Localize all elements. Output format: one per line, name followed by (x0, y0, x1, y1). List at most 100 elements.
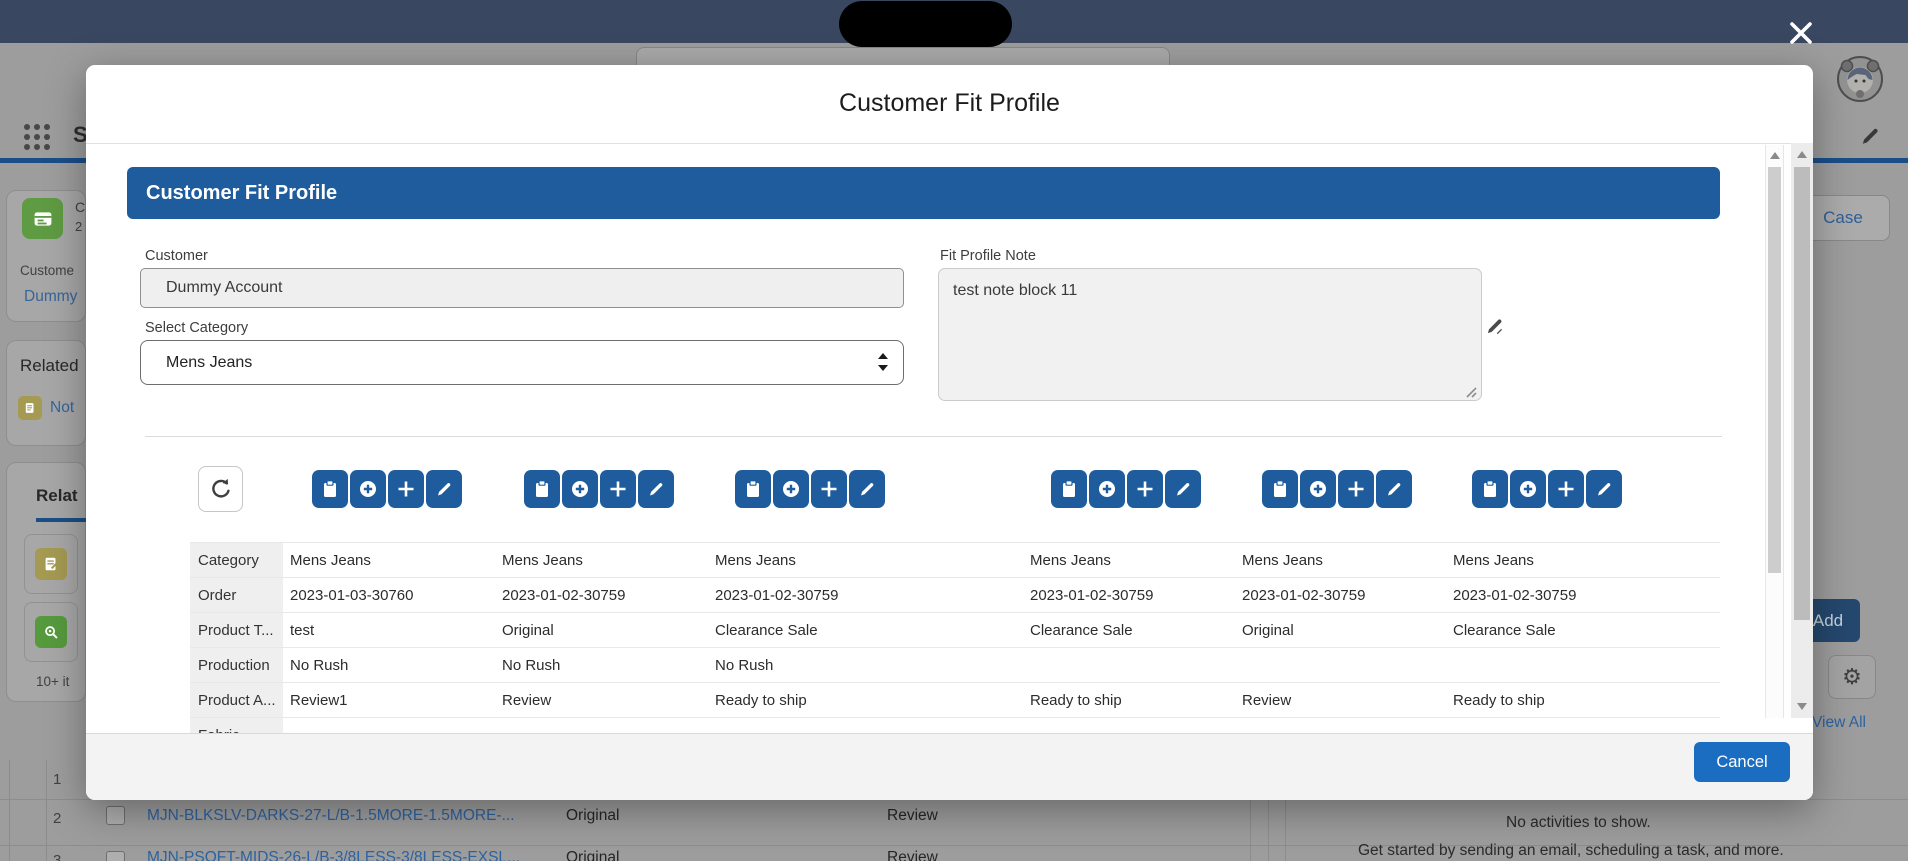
notes-link[interactable]: Not (50, 399, 74, 417)
circle-plus-icon-button[interactable] (1089, 470, 1125, 508)
inner-scrollbar[interactable] (1765, 145, 1784, 718)
profile-cell: No Rush (502, 648, 560, 683)
table-row: Category Mens Jeans Mens Jeans Mens Jean… (190, 542, 1720, 578)
table-row: Product A... Review1 Review Ready to shi… (190, 682, 1720, 718)
clipboard-icon-button[interactable] (1051, 470, 1087, 508)
record-type-cell: Original (566, 849, 619, 861)
app-launcher-icon[interactable] (23, 123, 53, 158)
plus-icon-button[interactable] (811, 470, 847, 508)
divider (145, 436, 1722, 437)
row-checkbox[interactable] (106, 851, 125, 861)
profile-cell: Mens Jeans (715, 543, 796, 578)
edit-pencil-icon[interactable] (1858, 124, 1882, 153)
row-header: Fabric (190, 718, 283, 733)
record-type-cell: Original (566, 807, 619, 825)
profile-cell: 2023-01-02-30759 (1030, 578, 1153, 613)
refresh-button[interactable] (198, 466, 243, 512)
profile-cell: Review (1242, 683, 1291, 718)
row-header: Production (190, 648, 283, 683)
close-icon[interactable] (1786, 18, 1816, 48)
gear-icon-button[interactable]: ⚙ (1828, 655, 1876, 699)
plus-icon-button[interactable] (388, 470, 424, 508)
profile-cell: Clearance Sale (1453, 613, 1556, 648)
select-spinner-icon[interactable] (878, 353, 888, 371)
row-header: Product T... (190, 613, 283, 648)
clipboard-icon-button[interactable] (524, 470, 560, 508)
profile-cell: Ready to ship (1030, 683, 1122, 718)
notes-list-icon (35, 548, 67, 580)
profile-cell: test (290, 613, 314, 648)
profile-cell: 2023-01-03-30760 (290, 578, 413, 613)
row-checkbox[interactable] (106, 806, 125, 825)
plus-icon-button[interactable] (1548, 470, 1584, 508)
table-row: Product T... test Original Clearance Sal… (190, 612, 1720, 648)
profile-cell: Mens Jeans (502, 543, 583, 578)
scroll-up-icon[interactable] (1797, 151, 1807, 158)
record-status-cell: Review (887, 849, 938, 861)
pencil-icon-button[interactable] (638, 470, 674, 508)
clipboard-icon-button[interactable] (312, 470, 348, 508)
category-select[interactable]: Mens Jeans (140, 340, 904, 385)
record-link[interactable]: MJN-BLKSLV-DARKS-27-L/B-1.5MORE-1.5MORE-… (147, 807, 515, 825)
row-number: 1 (53, 771, 61, 788)
activities-hint-text: Get started by sending an email, schedul… (1358, 842, 1784, 860)
pencil-icon-button[interactable] (426, 470, 462, 508)
table-row: Order 2023-01-03-30760 2023-01-02-30759 … (190, 577, 1720, 613)
note-edit-pencil-icon[interactable] (1484, 315, 1506, 342)
customer-input[interactable] (140, 268, 904, 308)
pencil-icon-button[interactable] (1586, 470, 1622, 508)
circle-plus-icon-button[interactable] (1300, 470, 1336, 508)
modal-footer (86, 733, 1813, 800)
related-heading: Related (20, 356, 79, 376)
profile-cell: 2023-01-02-30759 (715, 578, 838, 613)
profile-cell: 2023-01-02-30759 (502, 578, 625, 613)
record-link[interactable]: MJN-PSOFT-MIDS-26-L/B-3/8LESS-3/8LESS-EX… (147, 849, 520, 861)
clipboard-icon-button[interactable] (1262, 470, 1298, 508)
fit-profile-table: Category Mens Jeans Mens Jeans Mens Jean… (190, 542, 1721, 733)
pencil-icon-button[interactable] (1376, 470, 1412, 508)
circle-plus-icon-button[interactable] (773, 470, 809, 508)
pencil-icon-button[interactable] (1165, 470, 1201, 508)
note-label: Fit Profile Note (940, 248, 1036, 264)
profile-cell: Mens Jeans (1453, 543, 1534, 578)
row-header: Product A... (190, 683, 283, 718)
record-status-cell: Review (887, 807, 938, 825)
section-header-bar: Customer Fit Profile (127, 167, 1720, 219)
clipboard-icon-button[interactable] (1472, 470, 1508, 508)
plus-icon-button[interactable] (1127, 470, 1163, 508)
profile-cell: 2023-01-02-30759 (1242, 578, 1365, 613)
scrollbar-thumb[interactable] (1768, 167, 1781, 573)
row-header: Category (190, 543, 283, 578)
column-toolbar-group-2 (524, 470, 674, 508)
pencil-icon-button[interactable] (849, 470, 885, 508)
clipboard-icon-button[interactable] (735, 470, 771, 508)
view-all-link[interactable]: View All (1812, 714, 1866, 732)
category-label: Select Category (145, 320, 248, 336)
profile-cell: Mens Jeans (1030, 543, 1111, 578)
tab-related[interactable]: Relat (36, 486, 78, 506)
category-selected-value: Mens Jeans (166, 354, 252, 371)
plus-icon-button[interactable] (600, 470, 636, 508)
plus-icon-button[interactable] (1338, 470, 1374, 508)
user-avatar[interactable] (1836, 55, 1884, 108)
profile-cell: Mens Jeans (290, 543, 371, 578)
divider (86, 143, 1813, 144)
outer-scrollbar[interactable] (1791, 143, 1813, 718)
circle-plus-icon-button[interactable] (1510, 470, 1546, 508)
scrollbar-thumb[interactable] (1794, 167, 1810, 620)
record-subtitle-fragment: 2 (75, 219, 82, 234)
textarea-resize-handle[interactable] (1462, 383, 1478, 404)
circle-plus-icon-button[interactable] (562, 470, 598, 508)
scroll-up-icon[interactable] (1770, 152, 1780, 159)
profile-cell: Original (502, 613, 554, 648)
scroll-down-icon[interactable] (1797, 703, 1807, 710)
table-row: Fabric (190, 717, 1720, 733)
redacted-tab-blob (839, 1, 1012, 47)
note-textarea[interactable]: test note block 11 (938, 268, 1482, 401)
profile-cell: Original (1242, 613, 1294, 648)
cancel-button[interactable]: Cancel (1694, 742, 1790, 782)
customer-record-link[interactable]: Dummy (24, 288, 77, 306)
row-number: 2 (53, 810, 61, 827)
circle-plus-icon-button[interactable] (350, 470, 386, 508)
account-record-icon (22, 198, 63, 239)
